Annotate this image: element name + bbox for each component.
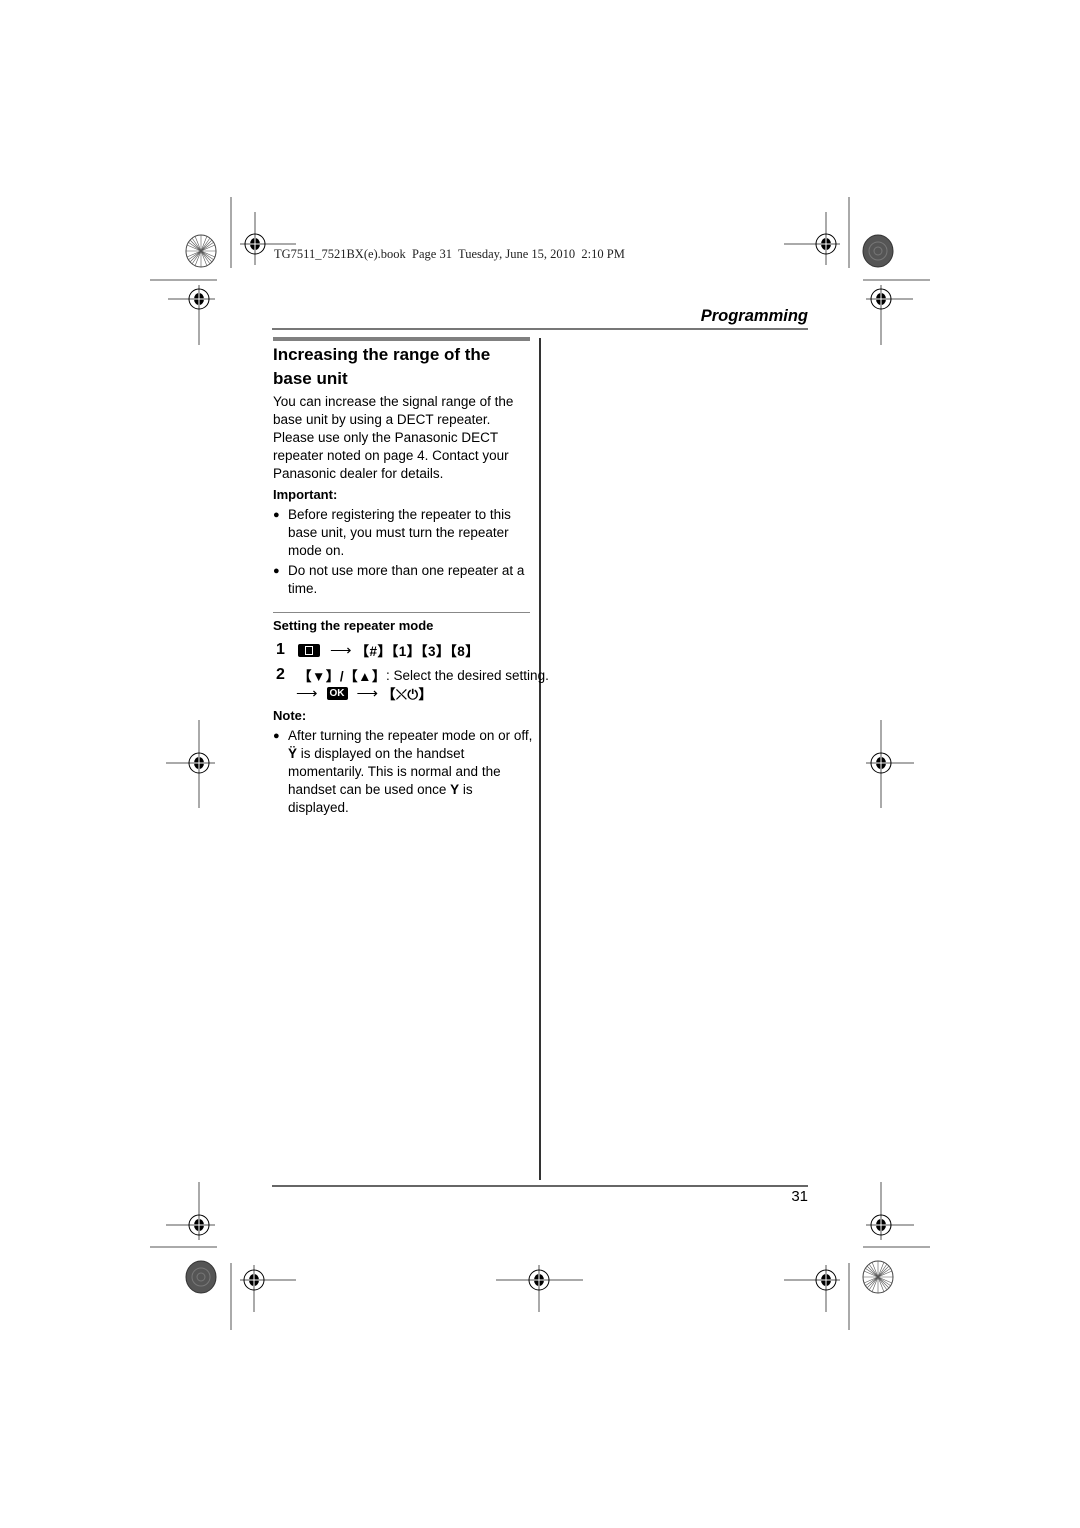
header-rule bbox=[272, 328, 808, 330]
print-header: TG7511_7521BX(e).book Page 31 Tuesday, J… bbox=[274, 247, 625, 261]
off-key: 【⤬⏻】 bbox=[382, 687, 433, 702]
subsection-rule bbox=[273, 612, 530, 613]
bullet-text: Do not use more than one repeater at a t… bbox=[288, 563, 525, 596]
step-1: 1 ⟶ 【#】【1】【3】【8】 bbox=[276, 640, 479, 660]
step-number: 2 bbox=[276, 666, 285, 683]
bullet-icon: ● bbox=[273, 509, 280, 521]
column-divider bbox=[539, 338, 541, 1180]
column-rule bbox=[273, 337, 530, 341]
page-title: Increasing the range of the base unit bbox=[273, 345, 491, 388]
footer-rule bbox=[272, 1185, 808, 1187]
bullet-icon: ● bbox=[273, 730, 280, 742]
step-2: 2 【▼】/【▲】 : Select the desired setting. bbox=[276, 665, 549, 685]
page-number: 31 bbox=[791, 1188, 808, 1205]
key-sequence: 【#】【1】【3】【8】 bbox=[355, 644, 480, 659]
arrow-right-icon: ⟶ bbox=[356, 685, 379, 702]
important-bullet: ● Before registering the repeater to thi… bbox=[273, 506, 535, 560]
arrow-right-icon: ⟶ bbox=[296, 685, 318, 702]
note-label: Note: bbox=[273, 708, 307, 723]
step-2-continued: ⟶ OK ⟶ 【⤬⏻】 bbox=[296, 683, 433, 703]
repeater-antenna-icon: Ÿ bbox=[288, 746, 298, 761]
bullet-text: Before registering the repeater to this … bbox=[288, 507, 511, 558]
step-text: : Select the desired setting. bbox=[385, 667, 549, 683]
ok-key-icon: OK bbox=[326, 686, 348, 700]
note-bullet: ● After turning the repeater mode on or … bbox=[273, 727, 535, 817]
navigator-keys: 【▼】/【▲】 bbox=[298, 669, 386, 684]
note-text: After turning the repeater mode on or of… bbox=[288, 728, 533, 743]
important-label: Important: bbox=[273, 487, 338, 502]
menu-key-icon bbox=[298, 643, 320, 657]
bullet-icon: ● bbox=[273, 565, 280, 577]
subsection-heading: Setting the repeater mode bbox=[273, 618, 434, 633]
section-label: Programming bbox=[700, 307, 808, 325]
important-bullet: ● Do not use more than one repeater at a… bbox=[273, 562, 535, 598]
antenna-icon: Y bbox=[450, 782, 460, 797]
intro-paragraph: You can increase the signal range of the… bbox=[273, 394, 514, 481]
step-number: 1 bbox=[276, 641, 285, 658]
arrow-right-icon: ⟶ bbox=[330, 642, 352, 659]
